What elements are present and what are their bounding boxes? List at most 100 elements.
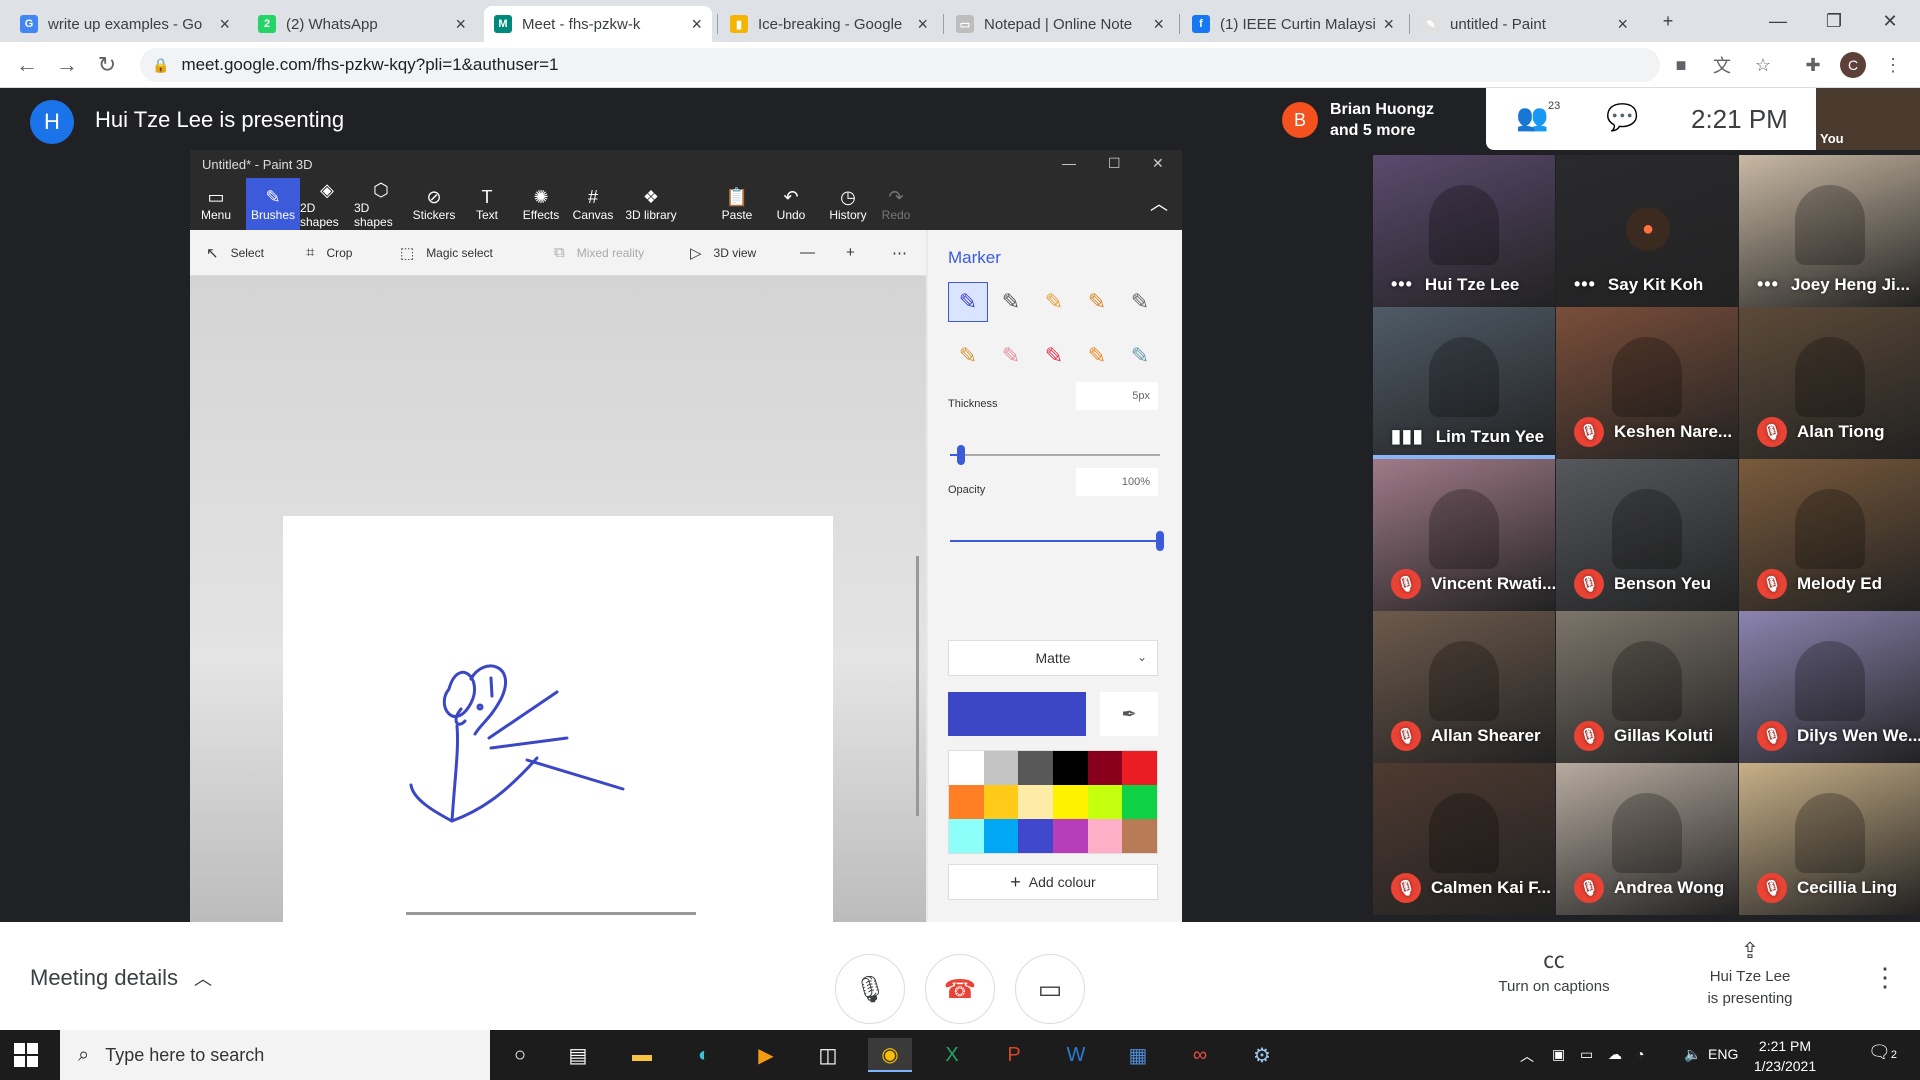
translate-icon[interactable]: 文 (1709, 52, 1735, 78)
magic-select-tool[interactable]: ⬚ Magic select (400, 244, 493, 262)
participant-tile[interactable]: ••• Joey Heng Ji... (1739, 155, 1920, 307)
participant-tile[interactable]: 🎙 Melody Ed (1739, 459, 1920, 611)
thickness-slider[interactable] (950, 445, 1160, 465)
color-swatch[interactable] (983, 785, 1019, 819)
steam-icon[interactable]: ⚙ (1240, 1038, 1284, 1072)
fill-icon[interactable]: ✎ (1120, 336, 1160, 376)
3d-view-toggle[interactable]: ▷ 3D view (690, 244, 756, 262)
ribbon-stickers-button[interactable]: ⊘ Stickers (408, 178, 460, 230)
watercolor-icon[interactable]: ✎ (1077, 282, 1117, 322)
oil-brush-icon[interactable]: ✎ (1034, 282, 1074, 322)
chrome-icon[interactable]: ◉ (868, 1038, 912, 1072)
maximize-icon[interactable]: ❐ (1806, 0, 1862, 42)
camera-button[interactable]: ▭ (1015, 954, 1085, 1024)
chat-icon[interactable]: 💬 (1606, 102, 1638, 133)
tray-device-icon[interactable]: ▣ (1552, 1046, 1565, 1063)
color-swatch[interactable] (1122, 751, 1157, 785)
leave-call-button[interactable]: ☎ (925, 954, 995, 1024)
color-swatch[interactable] (949, 785, 984, 819)
color-swatch[interactable] (1087, 785, 1123, 819)
color-swatch[interactable] (983, 819, 1019, 853)
color-swatch[interactable] (1018, 819, 1053, 853)
ribbon-2d-shapes-button[interactable]: ◈ 2D shapes (300, 178, 354, 230)
pixel-pen-icon[interactable]: ✎ (1120, 282, 1160, 322)
select-tool[interactable]: ↖ Select (206, 244, 264, 262)
media-player-icon[interactable]: ▶ (744, 1038, 788, 1072)
add-colour-button[interactable]: + Add colour (948, 864, 1158, 900)
word-icon[interactable]: W (1054, 1038, 1098, 1072)
ribbon-undo-button[interactable]: ↶ Undo (766, 178, 816, 230)
ribbon-effects-button[interactable]: ✺ Effects (514, 178, 568, 230)
tab-close-icon[interactable]: × (691, 14, 702, 35)
tab-close-icon[interactable]: × (219, 14, 230, 35)
browser-tab[interactable]: Gwrite up examples - Go × (10, 6, 240, 42)
devcpp-icon[interactable]: ▦ (1116, 1038, 1160, 1072)
opacity-slider-thumb[interactable] (1156, 531, 1164, 551)
excel-icon[interactable]: X (930, 1038, 974, 1072)
edge-icon[interactable]: ◐ (682, 1038, 726, 1072)
participant-tile[interactable]: ● ••• Say Kit Koh (1556, 155, 1738, 307)
crayon-icon[interactable]: ✎ (1034, 336, 1074, 376)
ribbon-menu-button[interactable]: ▭ Menu (190, 178, 242, 230)
onedrive-icon[interactable]: ☁ (1608, 1046, 1622, 1063)
presenting-button[interactable]: ⇪ Hui Tze Lee is presenting (1660, 940, 1840, 1010)
meeting-details-button[interactable]: Meeting details ︿ (30, 965, 212, 991)
ribbon-text-button[interactable]: T Text (462, 178, 512, 230)
arduino-icon[interactable]: ∞ (1178, 1038, 1222, 1072)
paint-maximize-icon[interactable]: ☐ (1108, 155, 1121, 172)
calligraphy-pen-icon[interactable]: ✎ (991, 282, 1031, 322)
canvas-vertical-scrollbar[interactable] (916, 556, 919, 816)
spray-can-icon[interactable]: ✎ (1077, 336, 1117, 376)
profile-avatar[interactable]: C (1840, 52, 1866, 78)
address-bar[interactable]: 🔒 meet.google.com/fhs-pzkw-kqy?pli=1&aut… (140, 48, 1660, 82)
paint-minimize-icon[interactable]: — (1062, 155, 1076, 171)
color-swatch[interactable] (1053, 785, 1088, 819)
tab-close-icon[interactable]: × (1153, 14, 1164, 35)
browser-tab[interactable]: ✎ untitled - Paint × (1412, 6, 1638, 42)
more-options-icon[interactable]: ⋯ (892, 244, 919, 262)
collapse-ribbon-icon[interactable]: ︿ (1144, 178, 1174, 230)
url-text[interactable]: meet.google.com/fhs-pzkw-kqy?pli=1&authu… (181, 55, 558, 75)
color-swatch[interactable] (983, 751, 1019, 785)
participant-tile[interactable]: 🎙 Cecillia Ling (1739, 763, 1920, 915)
current-color-swatch[interactable] (948, 692, 1086, 736)
pencil-icon[interactable]: ✎ (948, 336, 988, 376)
participant-tile[interactable]: ▮▮▮ Lim Tzun Yee (1373, 307, 1555, 459)
star-icon[interactable]: ☆ (1750, 52, 1776, 78)
browser-tab[interactable]: f (1) IEEE Curtin Malaysia × (1182, 6, 1404, 42)
tab-close-icon[interactable]: × (1617, 14, 1628, 35)
ribbon-3d-shapes-button[interactable]: ⬡ 3D shapes (354, 178, 408, 230)
zoom-out-icon[interactable]: — (800, 244, 827, 261)
file-explorer-icon[interactable]: ▬ (620, 1038, 664, 1072)
participant-tile[interactable]: 🎙 Allan Shearer (1373, 611, 1555, 763)
cortana-icon[interactable]: ○ (498, 1038, 542, 1072)
participant-tile[interactable]: 🎙 Keshen Nare... (1556, 307, 1738, 459)
powerpoint-icon[interactable]: P (992, 1038, 1036, 1072)
back-icon[interactable]: ← (12, 50, 42, 80)
participant-tile[interactable]: 🎙 Alan Tiong (1739, 307, 1920, 459)
task-view-icon[interactable]: ▤ (556, 1038, 600, 1072)
browser-tab[interactable]: M Meet - fhs-pzkw-k × (484, 6, 712, 42)
color-swatch[interactable] (1122, 819, 1157, 853)
tab-close-icon[interactable]: × (455, 14, 466, 35)
zoom-in-icon[interactable]: + (846, 244, 867, 261)
color-swatch[interactable] (1018, 751, 1053, 785)
thickness-input[interactable]: 5px (1076, 382, 1158, 410)
browser-tab[interactable]: 2 (2) WhatsApp × (248, 6, 476, 42)
microphone-button[interactable]: 🎙 (835, 954, 905, 1024)
notification-center-icon[interactable]: 🗨2 (1868, 1042, 1897, 1063)
participant-tile[interactable]: ••• Hui Tze Lee (1373, 155, 1555, 307)
canvas-horizontal-scrollbar[interactable] (406, 912, 696, 915)
self-view-tile[interactable]: You (1816, 88, 1920, 150)
windows-start-icon[interactable] (14, 1043, 38, 1067)
participant-tile[interactable]: 🎙 Benson Yeu (1556, 459, 1738, 611)
network-icon[interactable]: ◔ (1636, 1046, 1644, 1062)
eraser-icon[interactable]: ✎ (991, 336, 1031, 376)
finish-dropdown[interactable]: Matte ⌄ (948, 640, 1158, 676)
participant-tile[interactable]: 🎙 Dilys Wen We... (1739, 611, 1920, 763)
opacity-slider[interactable] (950, 531, 1164, 551)
people-icon[interactable]: 👥 (1516, 102, 1548, 133)
color-swatch[interactable] (1122, 785, 1157, 819)
color-swatch[interactable] (1053, 819, 1088, 853)
color-swatch[interactable] (1087, 819, 1123, 853)
